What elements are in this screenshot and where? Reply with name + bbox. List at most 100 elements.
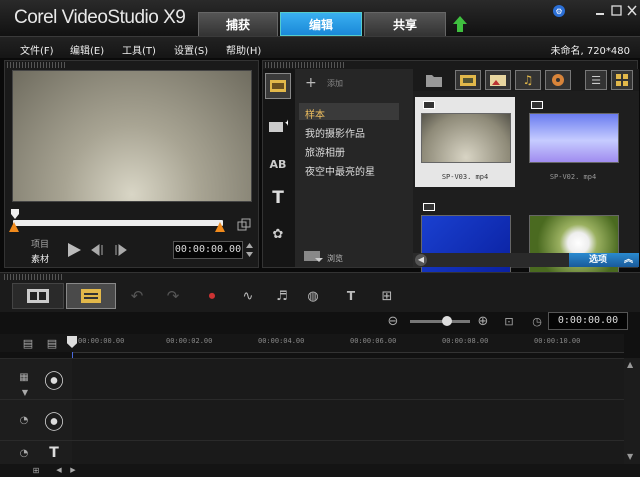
timeline-footer: ⊞ ◀ ▶ — [0, 464, 640, 477]
folder-item[interactable]: 样本 — [305, 106, 325, 121]
svg-text:⚙: ⚙ — [555, 7, 562, 16]
folder-item[interactable]: 我的摄影作品 — [305, 125, 365, 140]
scroll-up-icon[interactable]: ▲ — [627, 360, 633, 369]
playhead-icon[interactable] — [9, 208, 23, 220]
ruler-label: 00:00:02.00 — [166, 337, 213, 345]
mode-clip-label[interactable]: 素材 — [31, 252, 49, 265]
fit-to-window-icon[interactable]: ⊡ — [500, 312, 518, 330]
track-body[interactable] — [72, 400, 624, 440]
previous-frame-icon[interactable] — [91, 244, 107, 256]
instant-project-icon[interactable]: ✦ — [265, 113, 291, 139]
video-badge-icon — [423, 101, 435, 109]
ruler-label: 00:00:08.00 — [442, 337, 489, 345]
scroll-left-icon[interactable]: ◀ — [415, 254, 427, 266]
scrub-bar[interactable] — [13, 220, 223, 226]
timeline-vertical-scrollbar[interactable]: ▲ ▼ — [624, 358, 640, 464]
zoom-in-icon[interactable]: ⊕ — [474, 312, 492, 330]
mark-out-icon[interactable] — [215, 222, 225, 232]
tab-capture[interactable]: 捕获 — [198, 12, 278, 36]
zoom-slider[interactable] — [410, 320, 470, 323]
transition-icon[interactable]: AB — [265, 151, 291, 177]
redo-icon[interactable]: ↷ — [164, 286, 182, 306]
undo-icon[interactable]: ↶ — [128, 286, 146, 306]
ruler-label: 00:00:06.00 — [350, 337, 397, 345]
overlay-track-icon: ⦿ — [44, 409, 64, 434]
media-thumbnail[interactable]: SP-V03. mp4 — [415, 97, 515, 187]
timeline-view-icon[interactable] — [66, 283, 116, 309]
thumbnail-caption: SP-V03. mp4 — [441, 173, 489, 181]
folder-item[interactable]: 旅游相册 — [305, 144, 345, 159]
browse-icon[interactable] — [303, 249, 323, 263]
menu-settings[interactable]: 设置(S) — [174, 42, 208, 57]
show-audio-icon[interactable]: ♫ — [515, 70, 541, 90]
show-videos-icon[interactable] — [455, 70, 481, 90]
track-body[interactable] — [72, 441, 624, 465]
show-photos-icon[interactable] — [485, 70, 511, 90]
player-panel: 项目 素材 00:00:00.00 — [4, 60, 259, 268]
auto-music-icon[interactable]: ♬ — [272, 286, 292, 306]
mode-project-label[interactable]: 项目 — [31, 237, 49, 250]
subtitle-editor-icon[interactable]: T — [340, 286, 362, 306]
storyboard-view-icon[interactable] — [12, 283, 64, 309]
scroll-left-icon[interactable]: ◀ — [54, 464, 64, 476]
track-lock-icon[interactable]: ◔ — [16, 445, 32, 461]
multi-camera-icon[interactable]: ⊞ — [376, 286, 398, 306]
thumbnail-view-icon[interactable] — [611, 70, 633, 90]
zoom-slider-thumb[interactable] — [442, 316, 452, 326]
chevron-down-icon[interactable]: ▼ — [18, 387, 32, 397]
menu-help[interactable]: 帮助(H) — [226, 42, 261, 57]
timeline-ruler[interactable]: ▤ ▤ 00:00:00.00 00:00:02.00 00:00:04.00 … — [0, 334, 624, 352]
enlarge-icon[interactable] — [237, 218, 251, 232]
play-icon[interactable] — [65, 241, 83, 259]
timeline-timecode[interactable]: 0:00:00.00 — [548, 312, 628, 330]
panel-grip[interactable] — [265, 62, 345, 68]
timecode-spinner-icon[interactable] — [245, 242, 254, 258]
thumbnail-caption: SP-V02. mp4 — [549, 173, 597, 181]
window-controls[interactable]: ⚙ — [552, 4, 638, 18]
player-timecode[interactable]: 00:00:00.00 — [173, 241, 243, 259]
timeline-playhead-icon[interactable] — [67, 336, 77, 348]
folder-item[interactable]: 夜空中最亮的星 — [305, 163, 375, 178]
tab-share[interactable]: 共享 — [364, 12, 446, 36]
options-button[interactable]: 选项 ︽ — [569, 253, 639, 267]
upload-arrow-icon[interactable] — [452, 15, 468, 33]
list-view-icon[interactable]: ☰ — [585, 70, 607, 90]
add-track-icon[interactable]: ⊞ — [28, 464, 44, 476]
tab-edit[interactable]: 编辑 — [280, 12, 362, 36]
track-manager-icon[interactable]: ▤ — [20, 336, 36, 350]
title-text-icon[interactable]: T — [265, 185, 291, 211]
options-label: 选项 — [589, 255, 608, 265]
panel-grip[interactable] — [7, 62, 67, 68]
track-visibility-icon[interactable]: ▦ — [16, 369, 32, 385]
library-scrollbar[interactable]: ◀ 选项 ︽ — [413, 253, 639, 267]
menu-file[interactable]: 文件(F) — [20, 42, 54, 57]
add-folder-icon[interactable]: + — [305, 75, 317, 91]
photo-preview — [529, 215, 619, 277]
sound-mixer-icon[interactable]: ∿ — [238, 286, 258, 306]
library-category-bar: ✦ AB T ✿ — [263, 69, 295, 267]
add-folder-label[interactable]: 添加 — [327, 78, 343, 89]
track-lock-icon[interactable]: ◔ — [16, 412, 32, 428]
next-frame-icon[interactable] — [111, 244, 127, 256]
video-badge-icon — [423, 203, 435, 211]
motion-tracking-icon[interactable]: ◍ — [302, 286, 324, 306]
import-folder-icon[interactable] — [425, 72, 443, 88]
panel-grip[interactable] — [4, 274, 64, 280]
menu-tools[interactable]: 工具(T) — [122, 42, 156, 57]
browse-label[interactable]: 浏览 — [327, 253, 343, 264]
scroll-right-icon[interactable]: ▶ — [68, 464, 78, 476]
zoom-out-icon[interactable]: ⊖ — [384, 312, 402, 330]
track-body[interactable] — [72, 359, 624, 399]
sort-icon[interactable] — [545, 70, 571, 90]
mark-in-icon[interactable] — [9, 222, 19, 232]
menu-edit[interactable]: 编辑(E) — [70, 42, 104, 57]
scroll-down-icon[interactable]: ▼ — [627, 452, 633, 461]
preview-screen — [12, 70, 252, 202]
thumbnail-area: ♫ ☰ SP-V03. mp4 SP-V02. mp4 ◀ 选项 ︽ — [413, 69, 639, 277]
record-capture-icon[interactable]: ⏺ — [202, 286, 222, 306]
chapter-icon[interactable]: ▤ — [44, 336, 60, 350]
svg-text:✦: ✦ — [284, 119, 288, 129]
media-category-icon[interactable] — [265, 73, 291, 99]
media-thumbnail[interactable]: SP-V02. mp4 — [523, 97, 623, 187]
filter-icon[interactable]: ✿ — [265, 221, 291, 247]
